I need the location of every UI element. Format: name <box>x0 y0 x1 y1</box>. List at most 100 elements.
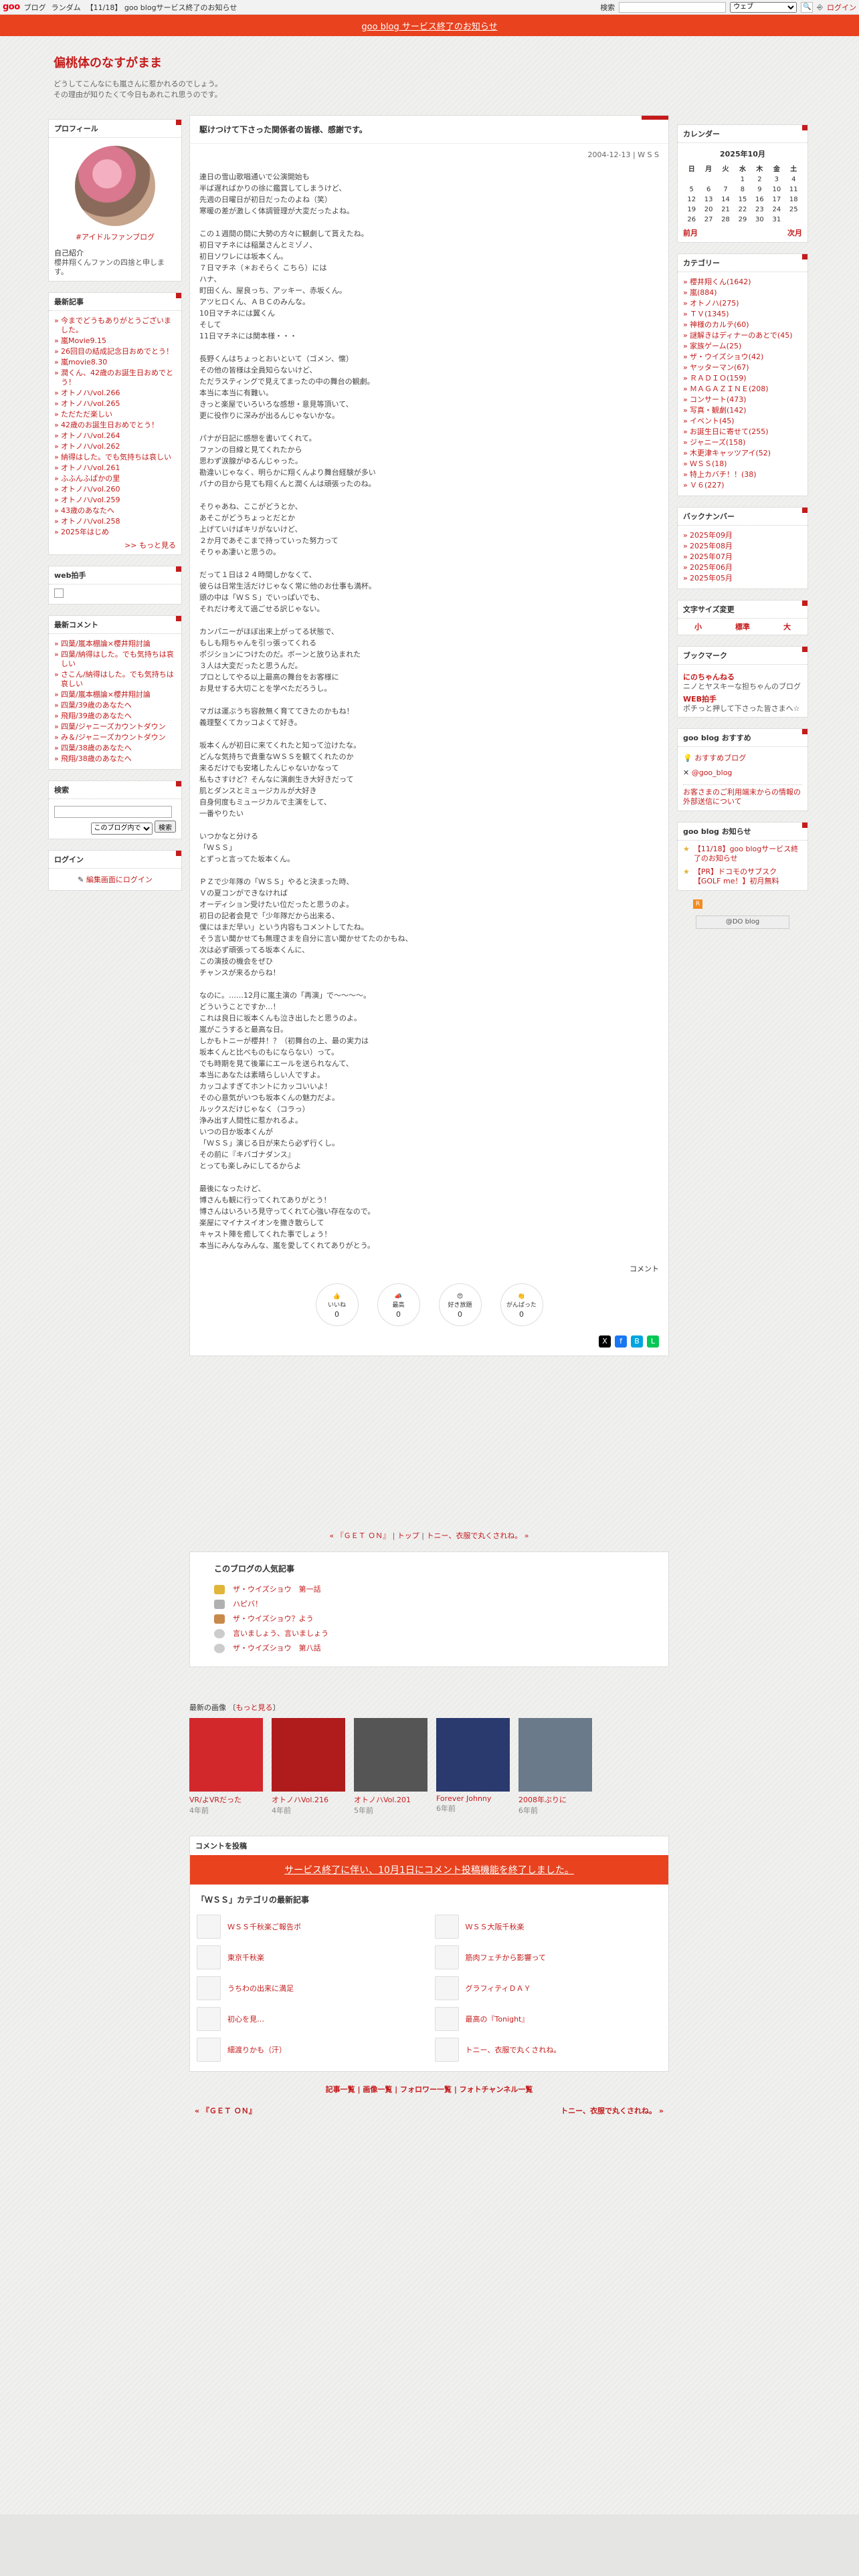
category-link[interactable]: ＴＶ(1345) <box>690 310 729 318</box>
recent-comment[interactable]: み＆/ジャニーズカウントダウン <box>61 733 166 742</box>
blog-search-scope[interactable]: このブログ内で <box>90 822 153 835</box>
calendar-next[interactable]: 次月 <box>787 227 802 238</box>
category-link[interactable]: 嵐(884) <box>690 288 717 297</box>
thumb-title[interactable]: VR/よVRだった <box>189 1796 242 1804</box>
x-share-icon[interactable]: X <box>599 1335 611 1348</box>
popular-post[interactable]: ザ・ウイズショウ？よう <box>233 1614 314 1623</box>
recent-comment[interactable]: 四葉/納得はした。でも気持ちは哀しい <box>61 650 174 668</box>
backnumber-link[interactable]: 2025年05月 <box>690 574 733 582</box>
category-post-link[interactable]: グラフィティＤＡＹ <box>466 1983 531 1994</box>
category-link[interactable]: ザ・ウイズショウ(42) <box>690 352 763 361</box>
webclap-image-icon[interactable] <box>54 588 64 598</box>
category-post[interactable]: 筋肉フェチから影響って <box>434 1945 662 1969</box>
popular-post[interactable]: ザ・ウイズショウ 第八話 <box>233 1644 321 1652</box>
recent-post[interactable]: オトノハ/vol.264 <box>61 431 120 440</box>
recent-post[interactable]: オトノハ/vol.266 <box>61 389 120 397</box>
bookmark-link[interactable]: にのちゃんねる <box>683 673 735 681</box>
footer-links[interactable]: 記事一覧 | 画像一覧 | フォロワー一覧 | フォトチャンネル一覧 <box>189 2084 669 2095</box>
category-link[interactable]: 謎解きはディナーのあとで(45) <box>690 331 792 340</box>
category-link[interactable]: 特上カバチ！！(38) <box>690 470 757 479</box>
recent-comment[interactable]: 四葉/嵐本棚論×櫻井翔討論 <box>61 690 151 699</box>
recent-post[interactable]: オトノハ/vol.258 <box>61 517 120 526</box>
recommend-link[interactable]: おすすめブログ <box>694 754 746 762</box>
font-medium-button[interactable]: 標準 <box>735 621 750 632</box>
category-link[interactable]: Ｖ６(227) <box>690 481 725 490</box>
goo-logo[interactable]: goo <box>3 2 20 12</box>
category-post[interactable]: 初心を見… <box>197 2007 424 2031</box>
category-link[interactable]: コンサート(473) <box>690 395 747 404</box>
recent-comment[interactable]: 四葉/38歳のあなたへ <box>61 744 132 752</box>
recent-post[interactable]: 43歳のあなたへ <box>61 506 114 515</box>
category-post-link[interactable]: うちわの出来に満足 <box>227 1983 294 1994</box>
category-post-link[interactable]: ＷＳＳ千秋楽ご報告ボ <box>227 1921 301 1932</box>
facebook-share-icon[interactable]: f <box>615 1335 627 1348</box>
news-link[interactable]: 【11/18】 goo blogサービス終了のお知らせ <box>86 2 237 13</box>
rss-icon[interactable]: R <box>693 899 702 909</box>
next-article-link[interactable]: トニー、衣服で丸くされね。 » <box>427 1531 529 1540</box>
recent-post[interactable]: 42歳のお誕生日おめでとう！ <box>61 421 159 429</box>
global-search-input[interactable] <box>619 1 727 13</box>
font-large-button[interactable]: 大 <box>783 621 791 632</box>
goo-info-link[interactable]: 【11/18】goo blogサービス終了のお知らせ <box>694 845 802 863</box>
recent-post[interactable]: 納得はした。でも気持ちは哀しい <box>61 453 171 461</box>
category-link[interactable]: ジャニーズ(158) <box>690 438 745 447</box>
category-post-link[interactable]: 細渡りかも（汗） <box>227 2044 286 2055</box>
recommend-link[interactable]: @goo_blog <box>692 768 733 777</box>
external-transmission-link[interactable]: お客さまのご利用端末からの情報の外部送信について <box>683 788 801 806</box>
backnumber-link[interactable]: 2025年07月 <box>690 552 733 561</box>
recent-post[interactable]: オトノハ/vol.259 <box>61 496 120 504</box>
reaction-love[interactable]: 😍 好き放題 0 <box>438 1283 482 1326</box>
category-link[interactable]: 神様のカルテ(60) <box>690 320 749 329</box>
recent-comment[interactable]: さこん/納得はした。でも気持ちは哀しい <box>61 670 174 688</box>
recent-post[interactable]: 2025年はじめ <box>61 528 109 536</box>
do-blog-badge[interactable]: @DO blog <box>696 916 789 929</box>
category-post[interactable]: 細渡りかも（汗） <box>197 2038 424 2062</box>
edit-login-link[interactable]: 編集画面にログイン <box>86 875 153 884</box>
hatena-share-icon[interactable]: B <box>631 1335 643 1348</box>
category-post-link[interactable]: 筋肉フェチから影響って <box>466 1952 546 1963</box>
article-title[interactable]: 駆けつけて下さった関係者の皆様、感謝です。 <box>190 116 668 144</box>
recent-post[interactable]: 潤くん、42歳のお誕生日おめでとう！ <box>61 368 173 387</box>
login-link[interactable]: ログイン <box>827 2 856 13</box>
goo-info-link[interactable]: 【PR】ドコモのサブスク【GOLF me！】初月無料 <box>694 867 802 886</box>
backnumber-link[interactable]: 2025年08月 <box>690 542 733 550</box>
category-post-link[interactable]: 東京千秋楽 <box>227 1952 264 1963</box>
image-thumb[interactable]: Forever Johnny 6年前 <box>436 1718 510 1816</box>
category-link[interactable]: イベント(45) <box>690 417 735 425</box>
category-post[interactable]: 最高の『Tonight』 <box>434 2007 662 2031</box>
thumb-title[interactable]: Forever Johnny <box>436 1794 491 1803</box>
more-images-link[interactable]: もっと見る <box>236 1703 273 1712</box>
recent-comment[interactable]: 四葉/ジャニーズカウントダウン <box>61 722 166 731</box>
category-link[interactable]: オトノハ(275) <box>690 299 739 308</box>
recent-comment[interactable]: 四葉/39歳のあなたへ <box>61 701 132 710</box>
category-link[interactable]: ＷＳＳ(18) <box>690 459 727 468</box>
recent-post[interactable]: ただただ楽しい <box>61 410 112 419</box>
link-random[interactable]: ランダム <box>52 2 81 13</box>
image-thumb[interactable]: オトノハVol.216 4年前 <box>272 1718 345 1816</box>
profile-name[interactable]: #アイドルファンブログ <box>76 233 155 241</box>
category-link[interactable]: 木更津キャッツアイ(52) <box>690 449 771 457</box>
search-scope-select[interactable]: ウェブ <box>730 1 797 13</box>
footer-next-link[interactable]: トニー、衣服で丸くされね。 » <box>561 2105 664 2116</box>
category-post-link[interactable]: ＷＳＳ大阪千秋楽 <box>466 1921 524 1932</box>
image-thumb[interactable]: オトノハVol.201 5年前 <box>354 1718 427 1816</box>
global-search-button[interactable]: 🔍 <box>801 1 814 13</box>
recent-comment[interactable]: 飛翔/38歳のあなたへ <box>61 754 132 763</box>
category-post-link[interactable]: 初心を見… <box>227 2014 264 2024</box>
thumb-title[interactable]: 2008年ぶりに <box>518 1796 567 1804</box>
blog-search-input[interactable] <box>54 806 172 818</box>
backnumber-link[interactable]: 2025年09月 <box>690 531 733 540</box>
category-link[interactable]: 写真・観劇(142) <box>690 406 747 415</box>
category-link[interactable]: ＲＡＤＩＯ(159) <box>690 374 747 383</box>
category-link[interactable]: お誕生日に寄せて(255) <box>690 427 769 436</box>
link-blog[interactable]: ブログ <box>24 2 46 13</box>
top-link[interactable]: トップ <box>397 1531 419 1540</box>
category-post[interactable]: 東京千秋楽 <box>197 1945 424 1969</box>
popular-post[interactable]: 言いましょう、言いましょう <box>233 1629 328 1638</box>
recent-post[interactable]: 今までどうもありがとうございました。 <box>61 316 171 334</box>
more-posts-link[interactable]: >> もっと見る <box>124 541 176 550</box>
category-link[interactable]: ヤッターマン(67) <box>690 363 749 372</box>
category-post-link[interactable]: トニー、衣服で丸くされね。 <box>466 2044 561 2055</box>
comment-link[interactable]: コメント <box>630 1265 659 1273</box>
category-post[interactable]: ＷＳＳ大阪千秋楽 <box>434 1915 662 1939</box>
